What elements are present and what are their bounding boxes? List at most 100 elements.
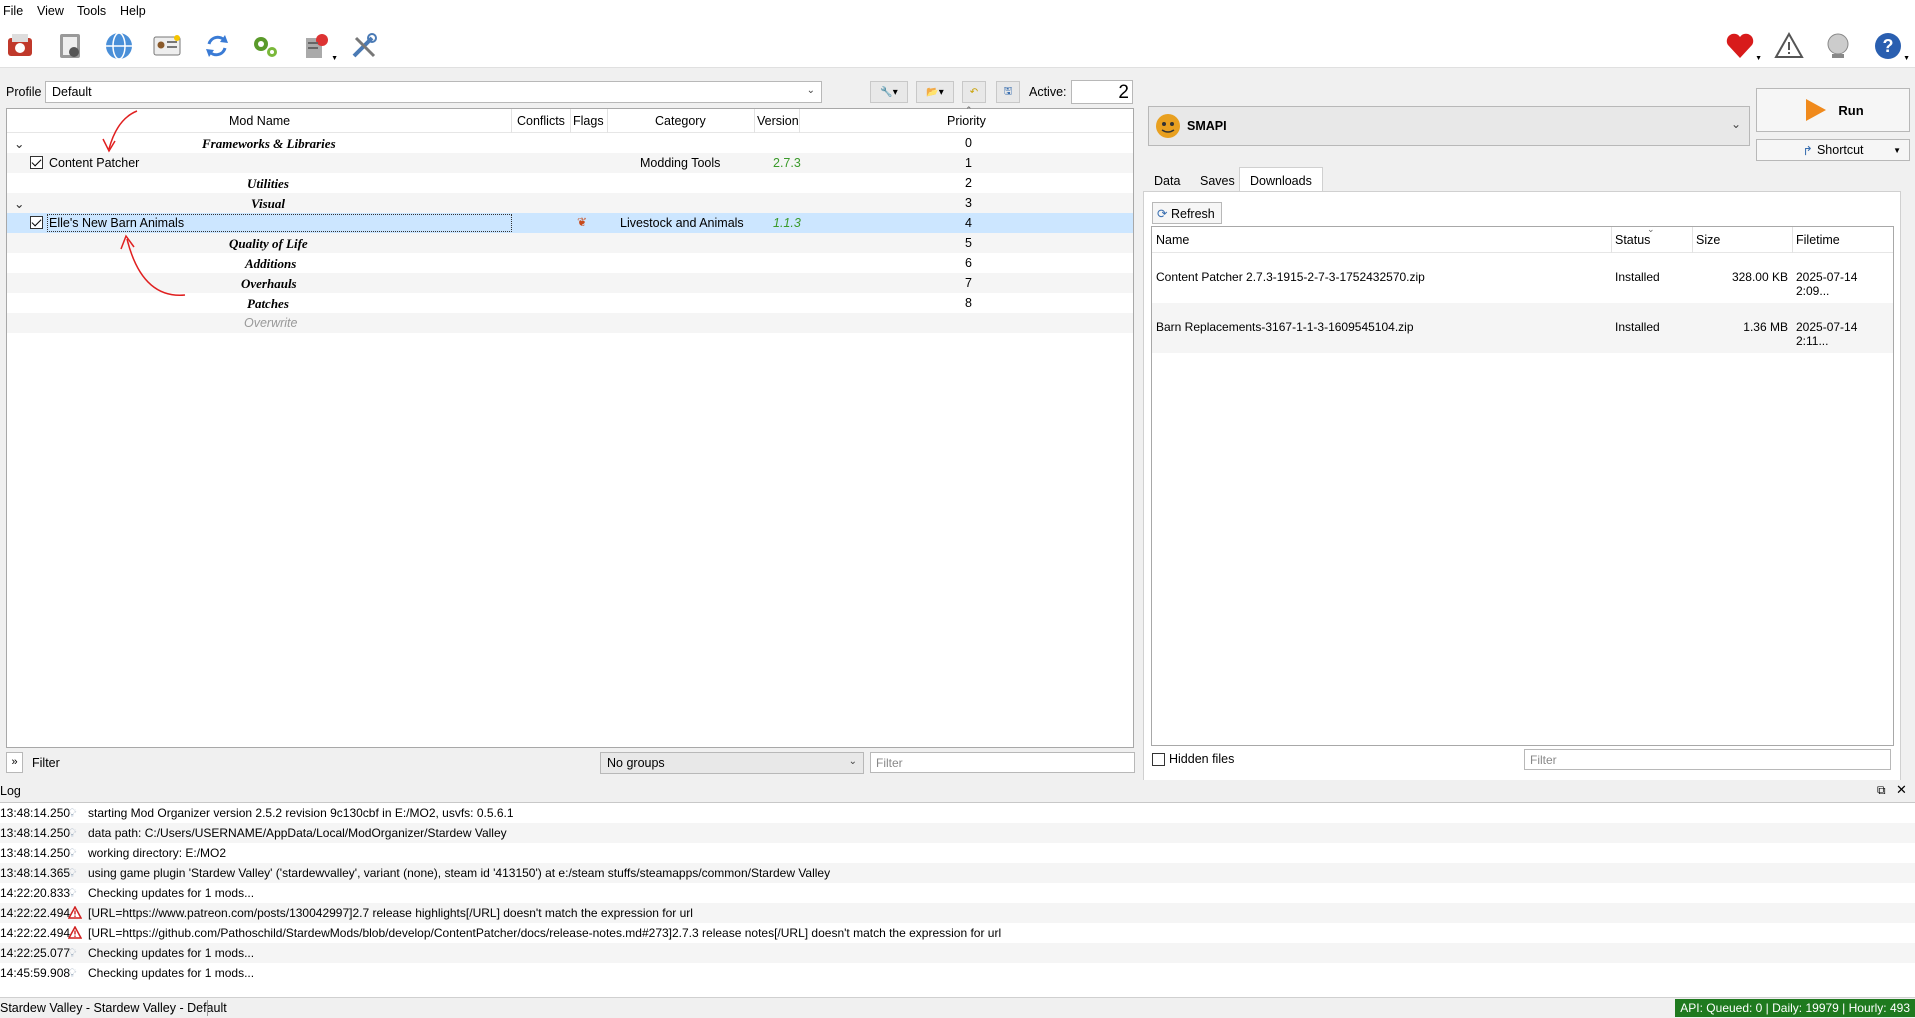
refresh-button[interactable] [199, 28, 235, 64]
download-row[interactable]: Content Patcher 2.7.3-1915-2-7-3-1752432… [1152, 253, 1893, 303]
mod-filter-input[interactable]: Filter [870, 752, 1135, 773]
annotation-arrows [102, 110, 186, 296]
profiles-button[interactable] [52, 28, 88, 64]
active-label: Active: [1029, 85, 1067, 99]
downloads-panel: ⟳ Refresh Name Status ⌄ Size Filetime Co… [1143, 191, 1901, 781]
groups-select[interactable]: No groups ⌄ [600, 752, 864, 774]
plugin-icon [306, 34, 328, 58]
executable-select[interactable]: SMAPI ⌄ [1148, 106, 1750, 146]
run-label: Run [1838, 102, 1864, 118]
col-mod-name[interactable]: Mod Name [229, 114, 290, 128]
log-entry[interactable]: 14:22:25.077 💡︎ Checking updates for 1 m… [0, 943, 1915, 963]
log-dock-title: Log ⧉ ✕ [0, 780, 1915, 802]
info-bulb-icon: 💡︎ [68, 846, 77, 860]
log-entry[interactable]: 14:22:20.833 💡︎ Checking updates for 1 m… [0, 883, 1915, 903]
settings-button[interactable] [247, 28, 283, 64]
log-time: 14:45:59.908 [0, 966, 71, 980]
downloads-filter-input[interactable]: Filter [1524, 749, 1891, 770]
filter-toggle-button[interactable]: » [6, 752, 23, 773]
log-entry[interactable]: 14:22:22.494 [URL=https://www.patreon.co… [0, 903, 1915, 923]
col-conflicts[interactable]: Conflicts [517, 114, 565, 128]
play-icon [1806, 99, 1827, 121]
download-status: Installed [1615, 320, 1660, 334]
tab-downloads[interactable]: Downloads [1239, 167, 1323, 192]
tools-button[interactable] [346, 28, 382, 64]
install-mod-icon [8, 34, 32, 56]
profile-select[interactable]: Default ⌄ [45, 81, 822, 103]
log-text: Checking updates for 1 mods... [88, 966, 255, 980]
chevron-down-icon: ▼ [331, 55, 338, 62]
mod-category: Livestock and Animals [620, 216, 744, 230]
endorse-button[interactable]: ▼ [1722, 28, 1762, 64]
separator-name: Frameworks & Libraries [202, 136, 336, 151]
col-filetime[interactable]: Filetime [1796, 233, 1840, 247]
folder-button[interactable]: 📂▾ [916, 81, 954, 103]
svg-text:?: ? [1883, 36, 1894, 56]
endorse-tools-button[interactable]: ▼ [298, 28, 338, 64]
hidden-files-label: Hidden files [1169, 752, 1235, 766]
float-dock-icon[interactable]: ⧉ [1877, 783, 1886, 798]
menu-help[interactable]: Help [120, 4, 146, 18]
mod-category: Modding Tools [640, 156, 721, 170]
col-version[interactable]: Version [757, 114, 799, 128]
col-size[interactable]: Size [1696, 233, 1720, 247]
help-button[interactable]: ? ▼ [1870, 28, 1910, 64]
restore-backup-button[interactable]: ↶ [962, 81, 986, 103]
mod-tools-button[interactable]: 🔧▾ [870, 81, 908, 103]
mod-enabled-checkbox[interactable] [30, 156, 43, 169]
col-priority[interactable]: Priority [947, 114, 986, 128]
hidden-files-checkbox[interactable] [1152, 753, 1165, 766]
problems-button[interactable] [1771, 28, 1807, 64]
log-text: [URL=https://github.com/Pathoschild/Star… [88, 926, 1002, 940]
tab-saves[interactable]: Saves [1189, 167, 1239, 192]
menu-tools[interactable]: Tools [77, 4, 106, 18]
info-bulb-icon: 💡︎ [68, 806, 77, 820]
col-flags[interactable]: Flags [573, 114, 604, 128]
col-status[interactable]: Status [1615, 233, 1650, 247]
sort-indicator-icon: ⌃ [965, 105, 973, 115]
tab-data[interactable]: Data [1143, 167, 1183, 192]
nexus-button[interactable] [101, 28, 137, 64]
chevron-down-icon[interactable]: ⌄ [14, 136, 24, 151]
folder-icon: 📂▾ [926, 86, 944, 98]
heart-icon [1726, 33, 1754, 58]
refresh-label: Refresh [1170, 207, 1215, 221]
warning-icon [1774, 31, 1804, 58]
log-entry[interactable]: 13:48:14.365 💡︎ using game plugin 'Stard… [0, 863, 1915, 883]
log-entry[interactable]: 14:45:59.908 💡︎ Checking updates for 1 m… [0, 963, 1915, 983]
run-button[interactable]: Run [1756, 88, 1910, 132]
download-filetime: 2025-07-14 2:11... [1796, 320, 1858, 348]
downloads-table: Name Status ⌄ Size Filetime Content Patc… [1151, 224, 1894, 746]
update-button[interactable] [1820, 28, 1856, 64]
chevron-down-icon: ▼ [1893, 145, 1901, 155]
warning-icon [68, 926, 82, 939]
smapi-icon [1156, 114, 1180, 138]
filter-label: Filter [32, 756, 60, 770]
mod-enabled-checkbox[interactable] [30, 216, 43, 229]
download-name: Content Patcher 2.7.3-1915-2-7-3-1752432… [1156, 270, 1425, 284]
info-bulb-icon: 💡︎ [68, 966, 77, 980]
log-entry[interactable]: 13:48:14.250 💡︎ working directory: E:/MO… [0, 843, 1915, 863]
download-row[interactable]: Barn Replacements-3167-1-1-3-1609545104.… [1152, 303, 1893, 353]
create-backup-button[interactable]: 🖫 [996, 81, 1020, 103]
chevron-down-icon[interactable]: ⌄ [14, 196, 24, 211]
col-category[interactable]: Category [655, 114, 706, 128]
menu-view[interactable]: View [37, 4, 64, 18]
col-name[interactable]: Name [1156, 233, 1189, 247]
log-entry[interactable]: 13:48:14.250 💡︎ data path: C:/Users/USER… [0, 823, 1915, 843]
log-time: 13:48:14.250 [0, 826, 71, 840]
install-mod-button[interactable] [2, 28, 38, 64]
log-entry[interactable]: 13:48:14.250 💡︎ starting Mod Organizer v… [0, 803, 1915, 823]
executables-button[interactable] [149, 28, 185, 64]
log-text: using game plugin 'Stardew Valley' ('sta… [88, 866, 831, 880]
separator-name: Quality of Life [229, 236, 308, 251]
log-entry[interactable]: 14:22:22.494 [URL=https://github.com/Pat… [0, 923, 1915, 943]
shortcut-button[interactable]: ↱ Shortcut ▼ [1756, 139, 1910, 161]
menu-file[interactable]: File [3, 4, 23, 18]
priority-value: 3 [965, 196, 972, 210]
separator-name: Visual [251, 196, 285, 211]
separator-name: Patches [247, 296, 289, 311]
sort-indicator-icon: ⌄ [1647, 224, 1655, 234]
close-icon[interactable]: ✕ [1896, 782, 1907, 798]
refresh-downloads-button[interactable]: ⟳ Refresh [1152, 202, 1222, 224]
